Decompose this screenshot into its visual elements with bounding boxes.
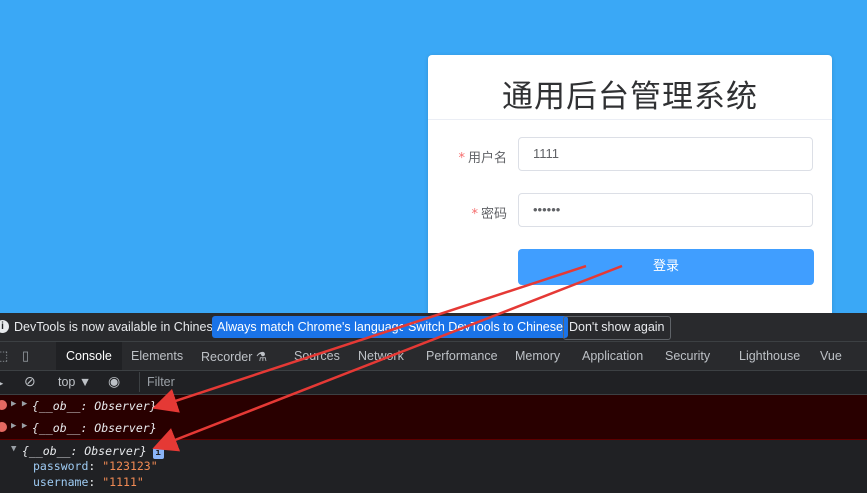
annotation-arrow bbox=[152, 264, 587, 413]
annotation-arrows bbox=[152, 264, 623, 452]
annotation-arrow bbox=[152, 264, 623, 452]
